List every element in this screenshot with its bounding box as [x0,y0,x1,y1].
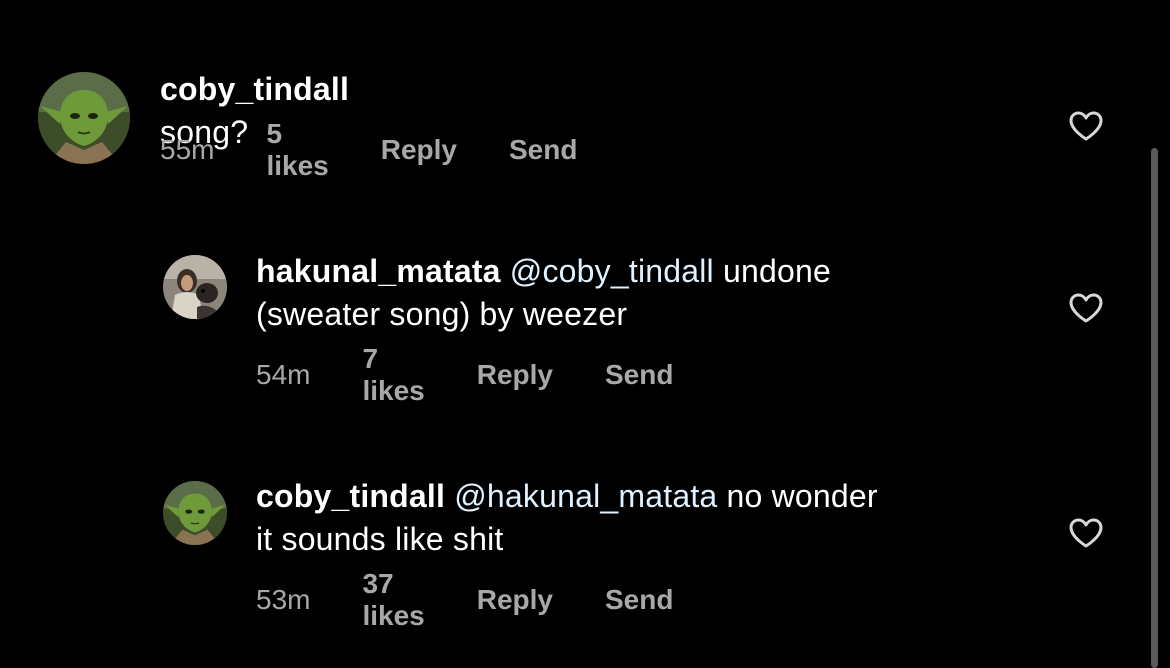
yoda-avatar-icon [163,481,227,545]
comment-mention[interactable]: @coby_tindall [510,253,714,289]
reply-button[interactable]: Reply [381,134,457,166]
avatar[interactable] [163,481,227,545]
yoda-avatar-icon [38,72,130,164]
comment-body: no wonder [726,478,878,514]
comment-meta: 55m 5 likes Reply Send [160,118,629,181]
send-button[interactable]: Send [605,359,673,391]
comment-meta: 53m 37 likes Reply Send [256,568,725,631]
likes-count[interactable]: 7 likes [362,343,424,407]
send-button[interactable]: Send [509,134,577,166]
comment-text: coby_tindall @hakunal_matata no wonder i… [256,475,1016,561]
heart-icon[interactable] [1068,110,1104,142]
comment-username[interactable]: coby_tindall [160,71,349,107]
avatar[interactable] [163,255,227,319]
person-with-dog-avatar-icon [163,255,227,319]
comment-body-line2: it sounds like shit [256,521,504,557]
comment-body-line2: (sweater song) by weezer [256,296,628,332]
likes-count[interactable]: 5 likes [266,118,328,182]
scrollbar[interactable] [1151,148,1158,668]
send-button[interactable]: Send [605,584,673,616]
comment-username[interactable]: hakunal_matata [256,253,501,289]
reply-button[interactable]: Reply [477,359,553,391]
comment-meta: 54m 7 likes Reply Send [256,343,725,406]
comment-username[interactable]: coby_tindall [256,478,445,514]
comment-time: 55m [160,134,215,165]
reply-button[interactable]: Reply [477,584,553,616]
comment-mention[interactable]: @hakunal_matata [454,478,717,514]
avatar[interactable] [38,72,130,164]
comment-body: undone [722,253,831,289]
heart-icon[interactable] [1068,517,1104,549]
comment-text: hakunal_matata @coby_tindall undone (swe… [256,250,1016,336]
comment-time: 54m [256,359,311,390]
likes-count[interactable]: 37 likes [362,568,424,632]
heart-icon[interactable] [1068,292,1104,324]
comment-time: 53m [256,584,311,615]
